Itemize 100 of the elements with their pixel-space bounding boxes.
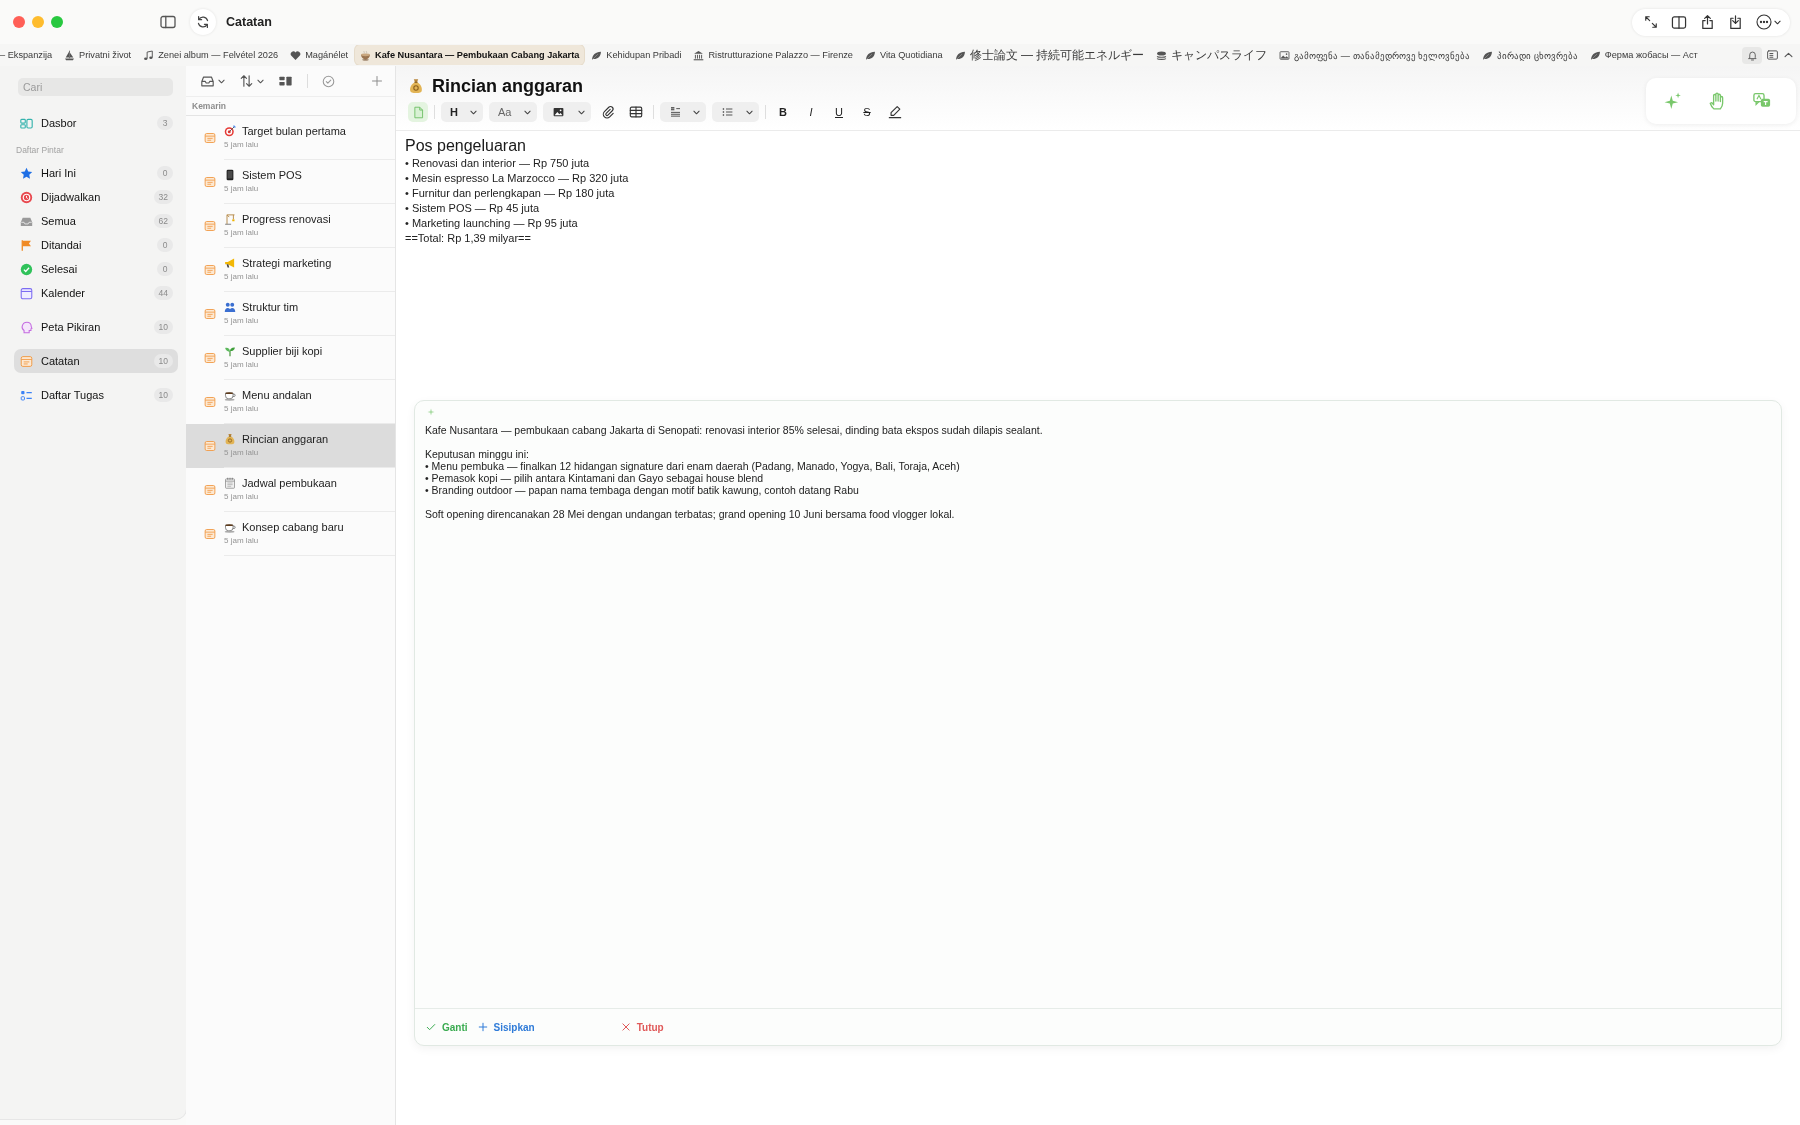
italic-button[interactable]: I [800,102,822,122]
tab[interactable]: Ферма жобасы — Аст [1584,45,1703,65]
tab[interactable]: პირადი ცხოვრება [1477,45,1583,65]
tab[interactable]: Vita Quotidiana [859,45,948,65]
note-title: Progress renovasi [242,212,331,225]
tab[interactable]: – Ekspanzija [0,45,58,65]
paragraph-icon [669,106,682,118]
note-list-item[interactable]: Supplier biji kopi 5 jam lalu [186,336,395,380]
close-window-button[interactable] [13,16,25,28]
note-list-item[interactable]: Rincian anggaran 5 jam lalu [186,424,395,468]
item-count: 10 [153,354,173,368]
caret-icon [218,78,225,84]
sidebar-toggle-icon[interactable] [160,14,176,30]
note-icon [204,308,216,320]
caret-icon [746,109,753,115]
note-icon [204,132,216,144]
sidebar-item[interactable]: Dijadwalkan 32 [14,185,178,209]
heading-dropdown[interactable]: H [441,102,483,122]
note-time: 5 jam lalu [224,227,260,237]
split-view-icon[interactable] [1671,14,1687,30]
people-icon [224,300,236,313]
sidebar-item[interactable]: Daftar Tugas 10 [14,383,178,407]
font-style-dropdown[interactable]: Aa [489,102,537,122]
strikethrough-button[interactable]: S [856,102,878,122]
music-note-icon [143,49,155,61]
item-count: 62 [153,214,173,228]
sidebar-item[interactable]: Semua 62 [14,209,178,233]
check-icon [426,1022,436,1032]
close-panel-button[interactable]: Tutup [620,1021,664,1033]
note-list-item[interactable]: Target bulan pertama 5 jam lalu [186,116,395,160]
share-icon[interactable] [1700,14,1715,30]
layout-icon[interactable] [278,74,293,88]
note-list-item[interactable]: Strategi marketing 5 jam lalu [186,248,395,292]
tab[interactable]: Magánélet [285,45,354,65]
checklist-icon [20,388,33,402]
caret-icon [578,109,585,115]
note-title: Target bulan pertama [242,124,346,137]
picture-icon [1279,49,1291,61]
note-title: Struktur tim [242,300,299,313]
pen-icon[interactable] [888,105,902,119]
search-field[interactable]: Cari [18,78,173,96]
list-icon [721,106,734,118]
sidebar-item[interactable]: Peta Pikiran 10 [14,315,178,339]
leaf-icon [1589,49,1601,61]
sort-dropdown[interactable] [239,74,264,88]
note-text-line: • Mesin espresso La Marzocco — Rp 320 juta [405,171,630,186]
sidebar-item[interactable]: Selesai 0 [14,257,178,281]
paperclip-icon[interactable] [601,105,615,119]
more-icon[interactable] [1756,14,1772,30]
tab[interactable]: Zenei album — Felvétel 2026 [138,45,284,65]
tab[interactable]: Kehidupan Pribadi [586,45,687,65]
note-text-line: • Marketing launching — Rp 95 juta [405,216,579,231]
reader-icon[interactable] [1766,49,1779,61]
summary-line: • Pemasok kopi — pilih antara Kintamani dan Gayo sebagai house blend [425,472,765,484]
bold-button[interactable]: B [772,102,794,122]
note-list-item[interactable]: Jadwal pembukaan 5 jam lalu [186,468,395,512]
date-section-heading: Kemarin [186,96,395,116]
tab[interactable]: Privatni život [59,45,137,65]
underline-button[interactable]: U [828,102,850,122]
tab[interactable]: Ristrutturazione Palazzo — Firenze [688,45,858,65]
sidebar-item[interactable]: Ditandai 0 [14,233,178,257]
note-title: Rincian anggaran [242,432,329,445]
chevron-up-icon[interactable] [1783,51,1794,59]
sidebar-item[interactable]: Catatan 10 [14,349,178,373]
image-dropdown[interactable] [543,102,591,122]
check-circle-icon[interactable] [322,74,335,88]
sidebar-item[interactable]: Hari Ini 0 [14,161,178,185]
refresh-button[interactable] [190,9,216,35]
leaf-icon [591,49,603,61]
bell-button[interactable] [1742,46,1762,64]
tab[interactable]: キャンパスライフ [1151,45,1273,65]
tab[interactable]: გამოფენა — თანამედროვე ხელოვნება [1274,45,1476,65]
block-style-dropdown[interactable] [660,102,706,122]
flag-icon [20,238,33,252]
insert-button[interactable]: Sisipkan [477,1021,535,1033]
sidebar-item[interactable]: Kalender 44 [14,281,178,305]
tab[interactable]: 修士論文 — 持続可能エネルギー [949,45,1150,65]
sidebar-item[interactable]: Dasbor 3 [14,111,178,135]
bell-icon [1746,49,1758,61]
note-list-item[interactable]: Progress renovasi 5 jam lalu [186,204,395,248]
filter-dropdown[interactable] [200,74,225,88]
notepad-icon [224,476,236,489]
note-list-item[interactable]: Sistem POS 5 jam lalu [186,160,395,204]
summary-line: Keputusan minggu ini: [425,448,530,460]
table-icon[interactable] [629,105,643,119]
refresh-icon [196,15,210,29]
note-time: 5 jam lalu [224,447,260,457]
note-time: 5 jam lalu [224,271,260,281]
download-icon[interactable] [1728,14,1743,30]
note-list-item[interactable]: Konsep cabang baru 5 jam lalu [186,512,395,556]
item-count: 0 [157,262,173,276]
note-time: 5 jam lalu [224,359,260,369]
expand-icon[interactable] [1644,15,1658,29]
tab[interactable]: Kafe Nusantara — Pembukaan Cabang Jakarta [355,45,585,65]
note-list-item[interactable]: Struktur tim 5 jam lalu [186,292,395,336]
summary-line: Soft opening direncanakan 28 Mei dengan undangan terbatas; grand opening 10 Juni bersama food vlogger lokal. [425,508,956,520]
note-icon [204,176,216,188]
caret-icon [1774,19,1781,25]
note-icon [204,396,216,408]
item-count: 32 [153,190,173,204]
